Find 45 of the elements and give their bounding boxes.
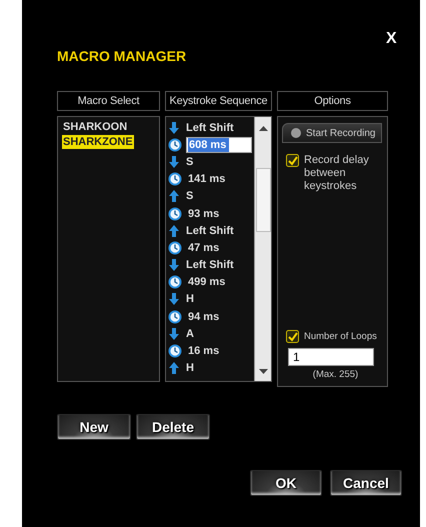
dialog-button[interactable]: Cancel <box>330 470 402 496</box>
delay-input[interactable]: 608 ms <box>186 136 252 153</box>
macro-item[interactable]: SHARKOON <box>62 120 128 134</box>
checkbox-label: Record delay between keystrokes <box>304 154 370 193</box>
delay-label[interactable]: 141 ms <box>186 173 228 186</box>
key-label[interactable]: S <box>184 190 196 202</box>
scrollbar[interactable] <box>254 117 271 381</box>
delay-label[interactable]: 94 ms <box>186 310 222 323</box>
column-header: Keystroke Sequence <box>165 91 272 111</box>
key-label[interactable]: S <box>184 156 196 168</box>
start-recording-button[interactable]: Start Recording <box>282 123 382 143</box>
delay-label[interactable]: 16 ms <box>186 345 222 358</box>
clock-icon <box>168 138 182 152</box>
clock-icon <box>168 275 182 290</box>
key-label[interactable]: A <box>184 328 196 340</box>
max-hint: (Max. 255) <box>312 369 358 380</box>
delay-label[interactable]: 499 ms <box>186 276 228 288</box>
column-header: Options <box>277 91 388 111</box>
key-label[interactable]: Left Shift <box>184 224 236 237</box>
clock-icon <box>168 172 182 186</box>
macro-item[interactable]: SHARKZONE <box>62 135 134 149</box>
window-title: MACRO MANAGER <box>57 48 188 64</box>
dialog-button[interactable]: OK <box>250 470 322 496</box>
clock-icon <box>168 344 182 358</box>
clock-icon <box>168 240 182 255</box>
clock-icon <box>168 206 182 221</box>
clock-icon <box>168 310 182 324</box>
delay-label[interactable]: 93 ms <box>186 208 222 220</box>
scroll-thumb[interactable] <box>256 168 270 232</box>
checkbox-label: Number of Loops <box>304 330 377 343</box>
macro-button[interactable]: New <box>57 414 131 440</box>
scroll-down-icon[interactable] <box>258 369 268 375</box>
column-header: Macro Select <box>57 91 160 111</box>
checkbox[interactable] <box>286 154 299 167</box>
close-button[interactable]: X <box>384 30 399 48</box>
macro-button[interactable]: Delete <box>136 414 210 440</box>
loops-input[interactable]: 1 <box>288 348 374 366</box>
key-label[interactable]: H <box>184 293 196 306</box>
key-label[interactable]: Left Shift <box>184 259 236 272</box>
record-dot-icon <box>291 128 301 138</box>
checkbox[interactable] <box>286 330 299 343</box>
delay-label[interactable]: 47 ms <box>186 242 222 254</box>
scroll-up-icon[interactable] <box>258 125 268 131</box>
key-label[interactable]: H <box>184 362 196 374</box>
key-label[interactable]: Left Shift <box>184 122 236 134</box>
